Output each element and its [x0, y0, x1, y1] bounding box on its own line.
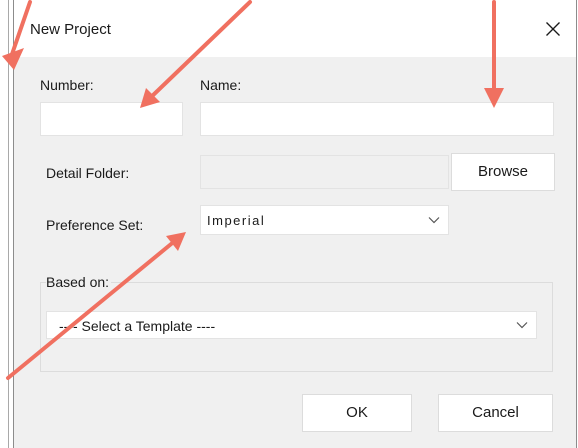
preference-set-dropdown[interactable]: Imperial [200, 205, 449, 235]
number-input[interactable] [40, 102, 183, 136]
name-input[interactable] [200, 102, 554, 136]
background-window-border [8, 0, 9, 448]
dialog-titlebar: New Project [14, 0, 576, 57]
browse-button[interactable]: Browse [451, 153, 555, 191]
detail-folder-input[interactable] [200, 155, 449, 189]
template-dropdown[interactable]: ---- Select a Template ---- [46, 311, 537, 339]
chevron-down-icon [516, 322, 528, 329]
detail-folder-label: Detail Folder: [46, 165, 130, 181]
preference-set-value: Imperial [207, 213, 266, 228]
close-icon [546, 22, 560, 36]
cancel-button[interactable]: Cancel [438, 394, 553, 432]
chevron-down-icon [428, 217, 440, 224]
name-label: Name: [200, 77, 242, 93]
new-project-dialog: New Project Number: Name: Detail Folder:… [13, 0, 577, 448]
preference-set-label: Preference Set: [46, 217, 144, 233]
based-on-label: Based on: [46, 274, 112, 290]
number-label: Number: [40, 77, 94, 93]
close-button[interactable] [536, 12, 570, 46]
screenshot-stage: New Project Number: Name: Detail Folder:… [0, 0, 578, 448]
background-window-edge [0, 0, 13, 448]
ok-button[interactable]: OK [302, 394, 412, 432]
template-value: ---- Select a Template ---- [59, 318, 216, 334]
dialog-title: New Project [30, 21, 111, 38]
